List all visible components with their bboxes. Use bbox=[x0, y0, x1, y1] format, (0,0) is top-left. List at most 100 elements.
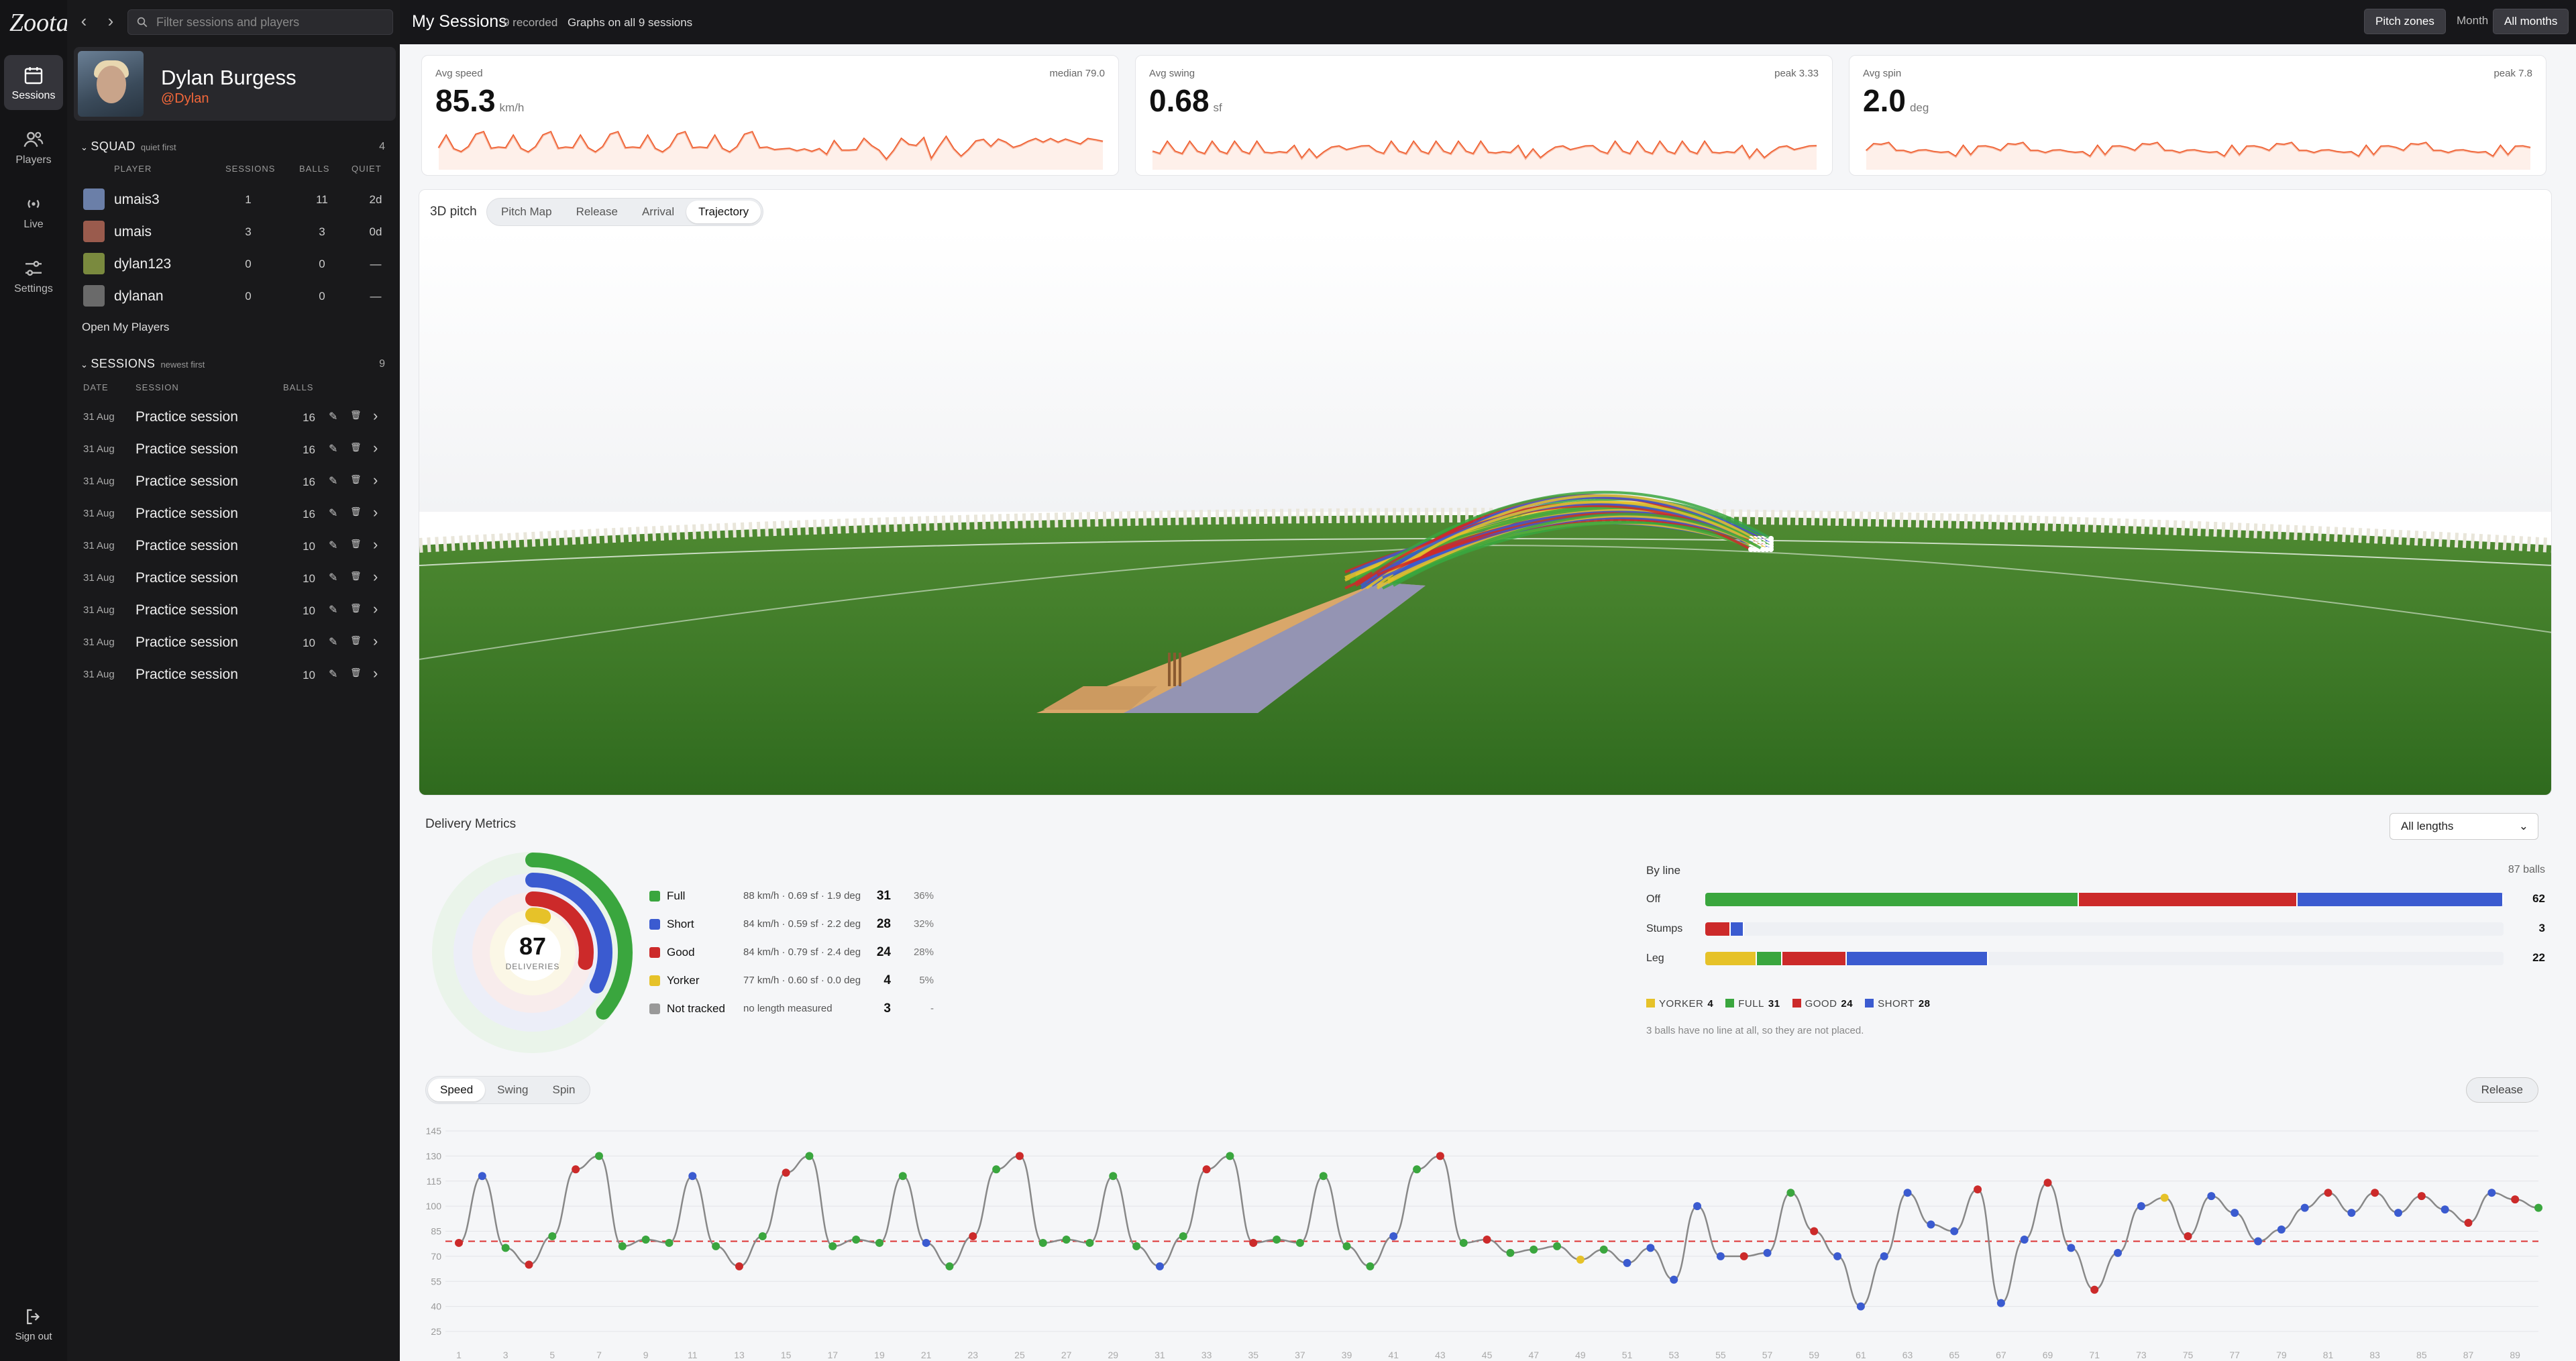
length-row[interactable]: Good 84 km/h · 0.79 sf · 2.4 deg 24 28% bbox=[649, 943, 951, 963]
rail-item-sessions[interactable]: Sessions bbox=[4, 55, 63, 110]
speed-point[interactable] bbox=[618, 1242, 627, 1250]
speed-point[interactable] bbox=[2511, 1195, 2520, 1204]
speed-point[interactable] bbox=[1529, 1245, 1538, 1254]
speed-point[interactable] bbox=[1646, 1244, 1655, 1252]
speed-point[interactable] bbox=[1739, 1252, 1748, 1260]
speed-point[interactable] bbox=[1413, 1165, 1421, 1174]
month-button[interactable]: Month bbox=[2446, 9, 2499, 34]
speed-point[interactable] bbox=[1342, 1242, 1351, 1250]
length-row[interactable]: Yorker 77 km/h · 0.60 sf · 0.0 deg 4 5% bbox=[649, 971, 951, 991]
edit-session-button[interactable]: ✎ bbox=[329, 667, 342, 681]
speed-point[interactable] bbox=[2137, 1202, 2145, 1211]
open-session-button[interactable]: › bbox=[373, 633, 386, 649]
speed-point[interactable] bbox=[2324, 1189, 2332, 1197]
speed-point[interactable] bbox=[1763, 1248, 1772, 1257]
speed-point[interactable] bbox=[1483, 1235, 1491, 1244]
open-session-button[interactable]: › bbox=[373, 568, 386, 585]
delete-session-button[interactable]: 🗑 bbox=[350, 410, 364, 423]
all-months-button[interactable]: All months bbox=[2493, 9, 2569, 34]
speed-point[interactable] bbox=[828, 1242, 837, 1250]
speed-point[interactable] bbox=[1202, 1165, 1211, 1174]
open-session-button[interactable]: › bbox=[373, 504, 386, 521]
speed-point[interactable] bbox=[478, 1172, 486, 1181]
delete-session-button[interactable]: 🗑 bbox=[350, 667, 364, 681]
speed-point[interactable] bbox=[1693, 1202, 1702, 1211]
speed-point[interactable] bbox=[2487, 1189, 2496, 1197]
speed-point[interactable] bbox=[455, 1238, 463, 1247]
session-row[interactable]: 31 Aug Practice session 16 ✎ 🗑 › bbox=[80, 401, 393, 433]
speed-point[interactable] bbox=[572, 1165, 580, 1174]
tab-speed[interactable]: Speed bbox=[428, 1079, 486, 1101]
session-row[interactable]: 31 Aug Practice session 10 ✎ 🗑 › bbox=[80, 594, 393, 627]
open-session-button[interactable]: › bbox=[373, 407, 386, 424]
delete-session-button[interactable]: 🗑 bbox=[350, 506, 364, 520]
speed-point[interactable] bbox=[969, 1232, 977, 1240]
speed-point[interactable] bbox=[1109, 1172, 1118, 1181]
sign-out-button[interactable]: Sign out bbox=[4, 1307, 63, 1342]
speed-point[interactable] bbox=[1553, 1242, 1562, 1250]
tab-swing[interactable]: Swing bbox=[485, 1079, 540, 1101]
speed-point[interactable] bbox=[548, 1232, 557, 1240]
edit-session-button[interactable]: ✎ bbox=[329, 635, 342, 649]
tab-arrival[interactable]: Arrival bbox=[630, 201, 686, 223]
speed-point[interactable] bbox=[2440, 1205, 2449, 1214]
speed-point[interactable] bbox=[2464, 1219, 2473, 1228]
open-players-link[interactable]: Open My Players bbox=[82, 321, 169, 334]
delete-session-button[interactable]: 🗑 bbox=[350, 442, 364, 455]
session-row[interactable]: 31 Aug Practice session 10 ✎ 🗑 › bbox=[80, 530, 393, 562]
tab-spin[interactable]: Spin bbox=[540, 1079, 587, 1101]
edit-session-button[interactable]: ✎ bbox=[329, 539, 342, 552]
speed-point[interactable] bbox=[1623, 1258, 1631, 1267]
forward-button[interactable]: › bbox=[101, 11, 121, 31]
speed-point[interactable] bbox=[712, 1242, 720, 1250]
length-row[interactable]: Short 84 km/h · 0.59 sf · 2.2 deg 28 32% bbox=[649, 915, 951, 935]
speed-point[interactable] bbox=[1062, 1235, 1071, 1244]
speed-point[interactable] bbox=[1389, 1232, 1398, 1240]
speed-point[interactable] bbox=[945, 1262, 954, 1270]
speed-point[interactable] bbox=[2394, 1209, 2403, 1217]
session-row[interactable]: 31 Aug Practice session 16 ✎ 🗑 › bbox=[80, 498, 393, 530]
rail-item-settings[interactable]: Settings bbox=[4, 248, 63, 303]
speed-point[interactable] bbox=[2207, 1192, 2216, 1201]
speed-point[interactable] bbox=[641, 1235, 650, 1244]
speed-point[interactable] bbox=[1436, 1152, 1444, 1160]
speed-point[interactable] bbox=[2277, 1226, 2286, 1234]
rail-item-live[interactable]: Live bbox=[4, 184, 63, 239]
speed-point[interactable] bbox=[2160, 1193, 2169, 1202]
session-row[interactable]: 31 Aug Practice session 10 ✎ 🗑 › bbox=[80, 562, 393, 594]
length-filter-select[interactable]: All lengths ⌄ bbox=[2390, 813, 2538, 840]
delete-session-button[interactable]: 🗑 bbox=[350, 474, 364, 488]
length-row[interactable]: Not tracked no length measured 3 - bbox=[649, 999, 951, 1020]
open-session-button[interactable]: › bbox=[373, 472, 386, 488]
tab-release[interactable]: Release bbox=[564, 201, 630, 223]
length-row[interactable]: Full 88 km/h · 0.69 sf · 1.9 deg 31 36% bbox=[649, 887, 951, 907]
speed-point[interactable] bbox=[1786, 1189, 1795, 1197]
edit-session-button[interactable]: ✎ bbox=[329, 442, 342, 455]
speed-point[interactable] bbox=[1132, 1242, 1141, 1250]
session-row[interactable]: 31 Aug Practice session 16 ✎ 🗑 › bbox=[80, 466, 393, 498]
speed-point[interactable] bbox=[898, 1172, 907, 1181]
speed-point[interactable] bbox=[1506, 1248, 1515, 1257]
delete-session-button[interactable]: 🗑 bbox=[350, 603, 364, 616]
speed-point[interactable] bbox=[1015, 1152, 1024, 1160]
speed-point[interactable] bbox=[2231, 1209, 2239, 1217]
speed-point[interactable] bbox=[1295, 1238, 1304, 1247]
speed-point[interactable] bbox=[1319, 1172, 1328, 1181]
speed-point[interactable] bbox=[525, 1260, 533, 1269]
speed-point[interactable] bbox=[1996, 1299, 2005, 1307]
search-input[interactable]: Filter sessions and players bbox=[127, 9, 393, 35]
speed-point[interactable] bbox=[1833, 1252, 1842, 1260]
profile-card[interactable]: Dylan Burgess @Dylan bbox=[74, 47, 396, 121]
speed-point[interactable] bbox=[875, 1238, 883, 1247]
squad-player-row[interactable]: dylan123 0 0 — bbox=[80, 248, 393, 279]
back-button[interactable]: ‹ bbox=[74, 11, 94, 31]
speed-point[interactable] bbox=[1038, 1238, 1047, 1247]
speed-point[interactable] bbox=[1856, 1302, 1865, 1311]
speed-point[interactable] bbox=[1950, 1227, 1959, 1236]
speed-point[interactable] bbox=[1226, 1152, 1234, 1160]
squad-player-row[interactable]: dylanan 0 0 — bbox=[80, 280, 393, 311]
open-session-button[interactable]: › bbox=[373, 439, 386, 456]
speed-point[interactable] bbox=[1249, 1238, 1258, 1247]
speed-point[interactable] bbox=[735, 1262, 743, 1270]
open-session-button[interactable]: › bbox=[373, 600, 386, 617]
